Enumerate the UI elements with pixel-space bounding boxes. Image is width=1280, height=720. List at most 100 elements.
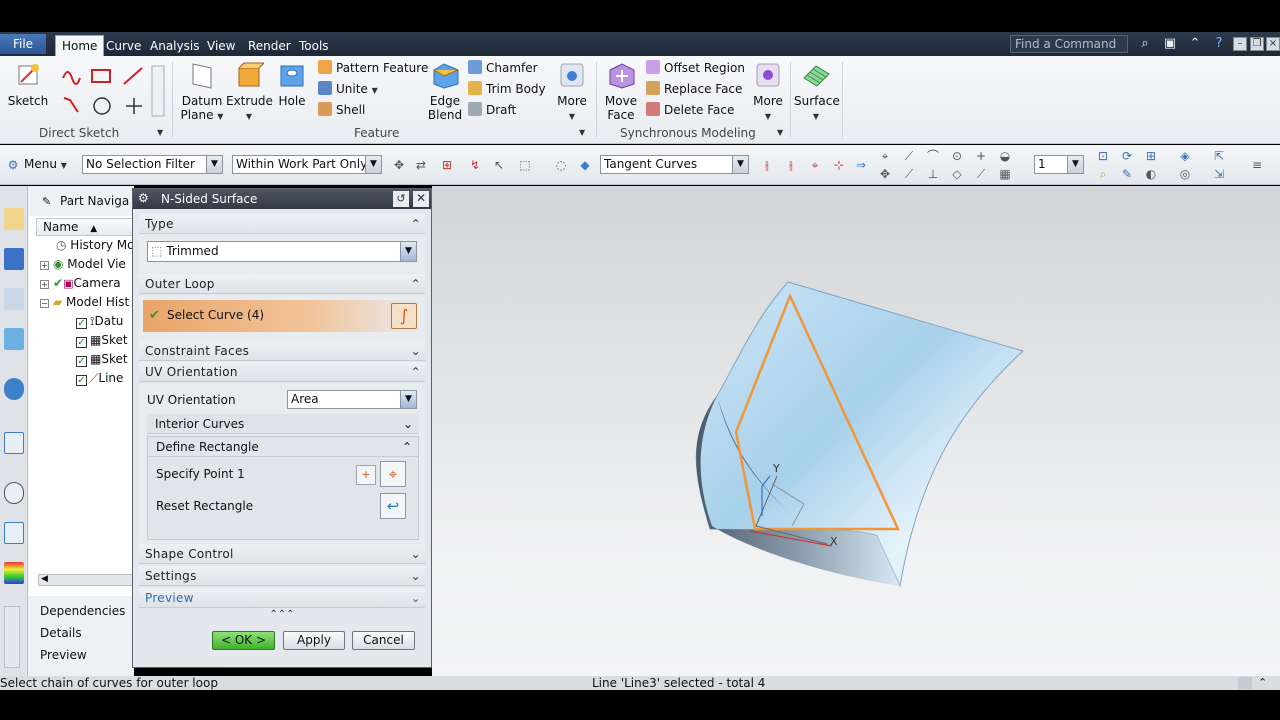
selection-filter-select[interactable]: No Selection Filter ▼	[82, 155, 223, 174]
extrude-button[interactable]: Extrude ▼	[226, 60, 273, 124]
dialog-gear-icon[interactable]: ⚙	[138, 191, 149, 205]
menu-button[interactable]: Menu ▼	[24, 157, 67, 171]
filter-icon[interactable]: ⇄	[414, 158, 428, 172]
pan-icon[interactable]: ✎	[1120, 167, 1134, 181]
more-sync-button[interactable]: More ▼	[750, 60, 786, 124]
nav-row-cameras[interactable]: + ✔▣Camera	[40, 274, 121, 293]
snap-icon[interactable]: ✥	[392, 158, 406, 172]
arrow-right-icon[interactable]: ⇒	[854, 158, 868, 172]
direct-sketch-menu-arrow[interactable]: ▼	[157, 128, 163, 137]
draft-button[interactable]: Draft	[468, 101, 516, 119]
snap-existing-icon[interactable]: ✥	[878, 167, 892, 181]
ok-button[interactable]: < OK >	[212, 631, 275, 650]
visibility-checkbox[interactable]: ✓	[76, 318, 87, 329]
reset-dialog-icon[interactable]: ↺	[393, 191, 409, 207]
curve-rule-icon[interactable]: ↯	[468, 158, 482, 172]
palette-icon[interactable]	[4, 562, 24, 584]
more-feature-button[interactable]: More ▼	[554, 60, 590, 124]
replace-face-button[interactable]: Replace Face	[646, 80, 742, 98]
define-rectangle-header[interactable]: Define Rectangle ⌃	[148, 437, 418, 457]
snap-midpoint-icon[interactable]: ⌒	[926, 149, 940, 163]
sketch-button[interactable]: Sketch	[6, 60, 50, 108]
help-icon[interactable]: ?	[1211, 36, 1227, 52]
sync-menu-arrow[interactable]: ▼	[777, 128, 783, 137]
dependencies-section[interactable]: Dependencies	[40, 604, 125, 618]
snap-on-curve-icon[interactable]: ⟋	[902, 167, 916, 181]
pick-icon[interactable]: ↖	[492, 158, 506, 172]
surface-button[interactable]: Surface ▼	[794, 60, 840, 124]
unite-button[interactable]: Unite ▼	[318, 80, 378, 98]
snap-tangent-icon[interactable]: ⊥	[926, 167, 940, 181]
toolbar-overflow-icon[interactable]: ≡	[1250, 158, 1264, 172]
camera-icon[interactable]: ◐	[1144, 167, 1158, 181]
find-command-input[interactable]: Find a Command	[1010, 35, 1128, 53]
nav-row-line[interactable]: ✓ ⟋Line	[76, 369, 123, 388]
fit-view-icon[interactable]: ⊡	[1096, 149, 1110, 163]
graphics-window[interactable]: Y X	[432, 186, 1280, 676]
visibility-checkbox[interactable]: ✓	[76, 375, 87, 386]
nav-row-model-history[interactable]: − ▰ Model Hist	[40, 293, 129, 312]
expand-icon[interactable]: +	[40, 280, 49, 289]
tab-view[interactable]: View	[201, 36, 241, 56]
process-studio-icon[interactable]	[4, 522, 24, 544]
curve-select-icon[interactable]: ∫	[391, 303, 417, 329]
scroll-left-icon[interactable]: ◀	[41, 574, 48, 584]
type-select[interactable]: ⬚ Trimmed ▼	[147, 241, 417, 262]
path-select-icon[interactable]: ⊹	[832, 158, 846, 172]
snap-endpoint-icon[interactable]: ⟋	[902, 149, 916, 163]
status-icon[interactable]	[1238, 677, 1252, 689]
visibility-checkbox[interactable]: ✓	[76, 356, 87, 367]
hidden-edge-icon[interactable]: ◌	[554, 158, 568, 172]
pin-icon[interactable]: ✎	[42, 195, 51, 208]
search-icon[interactable]: ⌕	[1137, 36, 1153, 52]
snap-bounded-icon[interactable]: ◇	[950, 167, 964, 181]
collapse-icon[interactable]: −	[40, 299, 49, 308]
preview-section[interactable]: Preview	[40, 648, 87, 662]
hole-button[interactable]: Hole	[274, 60, 310, 108]
reuse-library-icon[interactable]	[4, 328, 24, 350]
apply-button[interactable]: Apply	[283, 631, 345, 650]
nav-row-sketch-2[interactable]: ✓ ▦Sket	[76, 350, 128, 369]
delete-face-button[interactable]: Delete Face	[646, 101, 734, 119]
fit-window-icon[interactable]: ▣	[1162, 36, 1178, 52]
snap-point-icon[interactable]: ⌖	[878, 149, 892, 163]
layer-select[interactable]: 1 ▼	[1034, 155, 1084, 174]
chamfer-button[interactable]: Chamfer	[468, 59, 538, 77]
work-layer-icon[interactable]: ⇲	[1212, 167, 1226, 181]
close-button[interactable]: ×	[1266, 37, 1280, 51]
snap-quadrant-icon[interactable]: ◒	[998, 149, 1012, 163]
snap-pole-icon[interactable]: ⟋	[974, 167, 988, 181]
nav-row-model-views[interactable]: + ◉ Model Vie	[40, 255, 126, 274]
vertical-scrollbar[interactable]	[4, 606, 20, 668]
tab-home[interactable]: Home	[55, 35, 105, 56]
curve-rule-select[interactable]: Tangent Curves ▼	[600, 155, 749, 174]
reset-icon[interactable]: ↩	[380, 493, 406, 519]
collapse-ribbon-icon[interactable]: ⌃	[1187, 36, 1203, 52]
clock-icon[interactable]	[4, 482, 24, 504]
chain-within-feature-icon[interactable]: ⌖	[808, 158, 822, 172]
part-navigator-icon[interactable]	[4, 288, 24, 310]
constraint-faces-section-header[interactable]: Constraint Faces ⌄	[139, 341, 425, 361]
offset-region-button[interactable]: Offset Region	[646, 59, 745, 77]
body-select-icon[interactable]: ◆	[578, 158, 592, 172]
sketch-curve-tools-icon[interactable]	[60, 64, 168, 120]
web-browser-icon[interactable]	[4, 378, 24, 400]
tab-curve[interactable]: Curve	[100, 36, 147, 56]
expand-icon[interactable]: +	[40, 261, 49, 270]
status-expand-icon[interactable]: ⌃	[1258, 676, 1267, 690]
name-column-header[interactable]: Name ▲	[36, 218, 134, 236]
nav-row-sketch-1[interactable]: ✓ ▦Sket	[76, 331, 128, 350]
constraint-navigator-icon[interactable]	[4, 248, 24, 270]
settings-section-header[interactable]: Settings ⌄	[139, 566, 425, 586]
datum-plane-button[interactable]: Datum Plane ▼	[180, 60, 224, 124]
scope-select[interactable]: Within Work Part Only ▼	[232, 155, 382, 174]
show-hide-icon[interactable]: ◎	[1178, 167, 1192, 181]
snap-center-icon[interactable]: ⊙	[950, 149, 964, 163]
visibility-checkbox[interactable]: ✓	[76, 337, 87, 348]
close-dialog-icon[interactable]: ✕	[413, 191, 429, 207]
point-crosshair-icon[interactable]: ⌖	[380, 461, 406, 487]
render-style-icon[interactable]: ◈	[1178, 149, 1192, 163]
outer-loop-section-header[interactable]: Outer Loop ⌃	[139, 274, 425, 294]
edge-blend-button[interactable]: Edge Blend	[424, 60, 466, 122]
move-face-button[interactable]: Move Face	[602, 60, 640, 122]
